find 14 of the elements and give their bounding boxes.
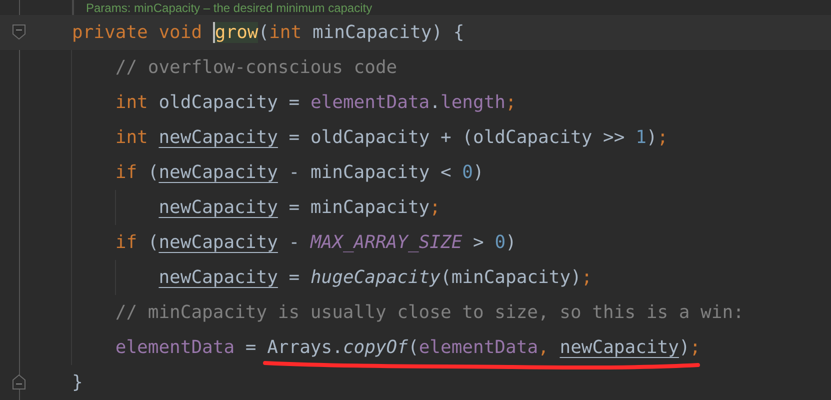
code-line: newCapacity = hugeCapacity(minCapacity); (158, 266, 592, 290)
code-line: private void grow(int minCapacity) { (72, 20, 464, 44)
code-line: if (newCapacity - MAX_ARRAY_SIZE > 0) (114, 230, 516, 254)
code-line: int oldCapacity = elementData.length; (114, 90, 516, 114)
doc-comment: Params: minCapacity – the desired minimum capacity (86, 0, 372, 14)
code-line: int newCapacity = oldCapacity + (oldCapacity >> 1); (114, 126, 668, 150)
code-comment: // minCapacity is usually close to size, so this is a win: (114, 300, 744, 324)
code-comment: // overflow-conscious code (114, 56, 398, 80)
code-line: newCapacity = minCapacity; (158, 196, 440, 220)
code-line: if (newCapacity - minCapacity < 0) (114, 160, 484, 184)
code-line: } (72, 370, 83, 394)
code-line: elementData = Arrays.copyOf(elementData, newCapacity); (114, 336, 701, 360)
fold-icon[interactable] (12, 24, 26, 40)
fold-icon[interactable] (12, 374, 26, 390)
